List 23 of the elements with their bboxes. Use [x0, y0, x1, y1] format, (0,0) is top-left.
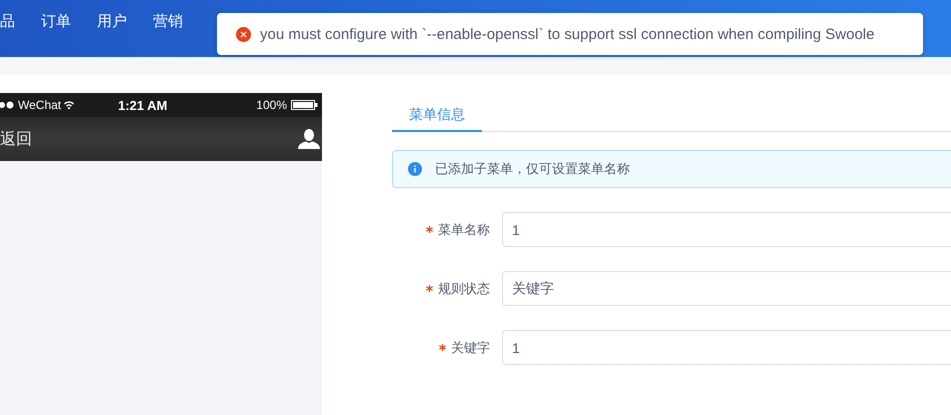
- nav-link[interactable]: 订单: [41, 12, 71, 32]
- nav-link[interactable]: 品: [0, 12, 15, 32]
- nav-link[interactable]: 营销: [153, 12, 183, 32]
- wifi-icon: [63, 100, 76, 110]
- field-label: 规则状态: [438, 280, 490, 298]
- status-time: 1:21 AM: [118, 98, 168, 112]
- back-link[interactable]: 返回: [0, 128, 32, 150]
- carrier-name: WeChat: [18, 98, 62, 112]
- field-label: 菜单名称: [438, 220, 490, 238]
- battery-icon: [291, 100, 318, 110]
- error-icon: [236, 26, 251, 42]
- info-icon: [408, 162, 422, 176]
- toast-message: you must configure with `--enable-openssl` to support ssl connection when compiling Swoole: [260, 26, 874, 42]
- alert-text: 已添加子菜单，仅可设置菜单名称: [435, 160, 630, 178]
- user-icon[interactable]: [298, 129, 320, 149]
- tab[interactable]: 菜单信息: [392, 98, 482, 132]
- nav-link[interactable]: 用户: [97, 12, 127, 32]
- signal-icon: [0, 101, 16, 109]
- input-field[interactable]: 1: [502, 212, 951, 247]
- battery-level: 100%: [256, 98, 287, 112]
- input-field[interactable]: 关键字: [502, 271, 951, 306]
- input-field[interactable]: 1: [502, 330, 951, 365]
- field-label: 关键字: [451, 338, 490, 356]
